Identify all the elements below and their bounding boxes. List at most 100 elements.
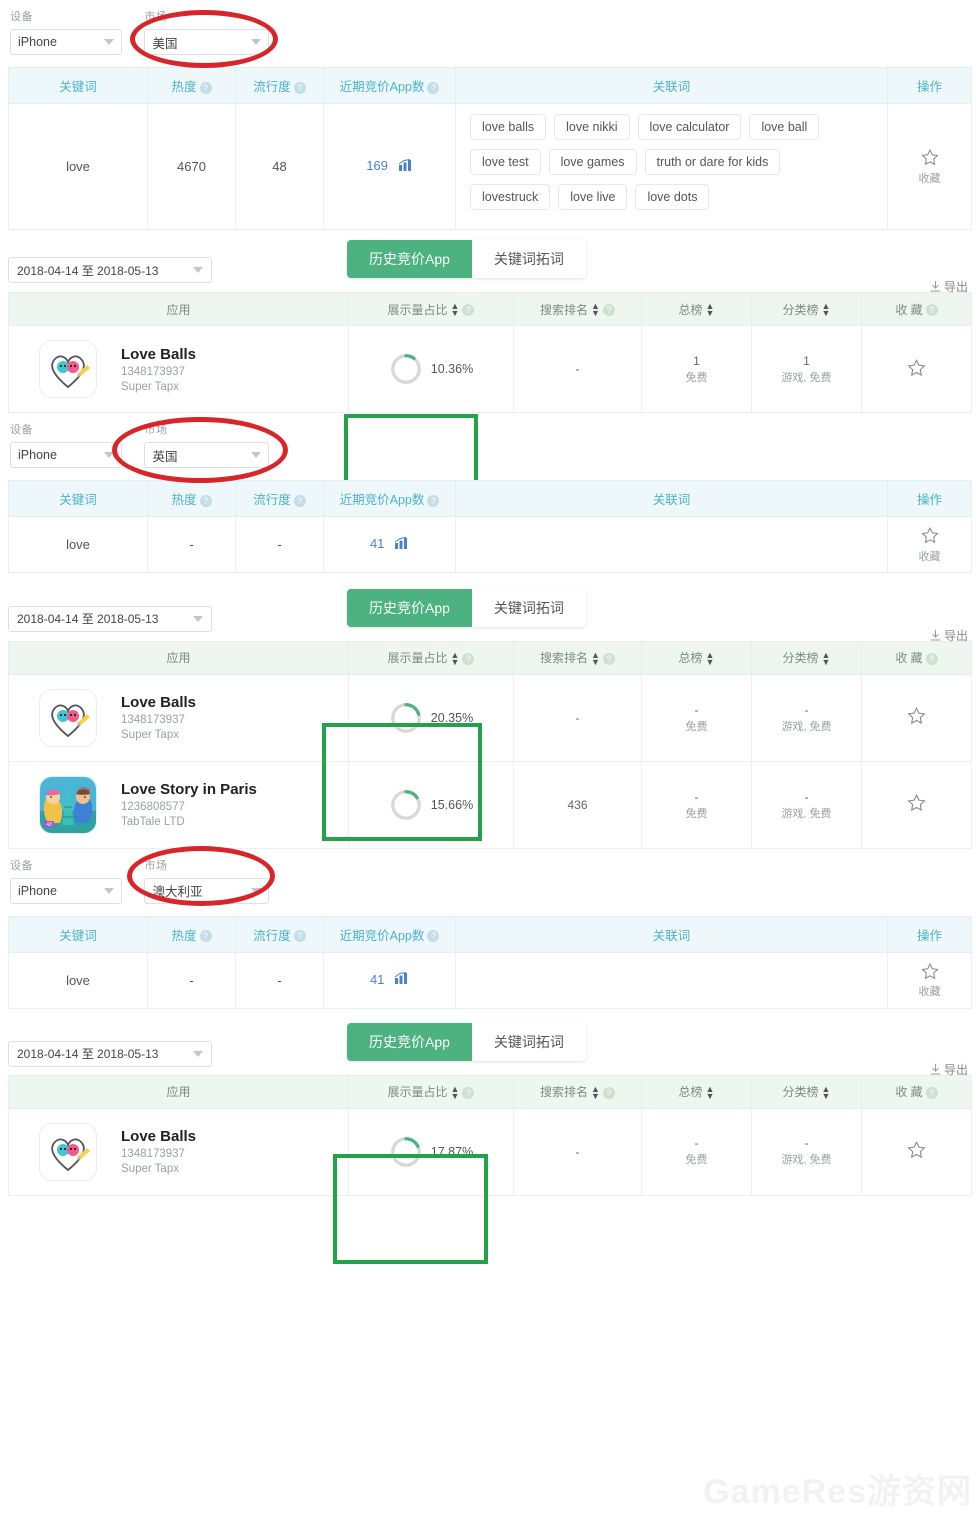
market-select-au[interactable]: 澳大利亚: [144, 877, 270, 904]
help-icon[interactable]: ?: [427, 81, 440, 94]
cell-keyword[interactable]: love: [8, 516, 148, 573]
sort-icon[interactable]: ▲ ▼: [822, 302, 831, 318]
col-impression-share[interactable]: 展示量占比 ▲ ▼?: [348, 292, 514, 326]
cell-keyword[interactable]: love: [8, 103, 148, 230]
related-word-chip[interactable]: love dots: [635, 184, 710, 210]
sort-icon[interactable]: ▲ ▼: [822, 651, 831, 667]
sort-icon[interactable]: ▲ ▼: [591, 1084, 600, 1100]
help-icon[interactable]: ?: [462, 1086, 475, 1099]
star-icon[interactable]: [905, 792, 928, 814]
help-icon[interactable]: ?: [602, 653, 615, 666]
star-icon[interactable]: [905, 705, 928, 727]
cell-favorite[interactable]: 收藏: [887, 951, 972, 1009]
recent-bid-apps-value[interactable]: 41: [370, 536, 384, 551]
help-icon[interactable]: ?: [293, 81, 306, 94]
help-icon[interactable]: ?: [925, 304, 938, 317]
col-search-rank[interactable]: 搜索排名 ▲ ▼?: [513, 1074, 642, 1109]
cell-favorite[interactable]: 收藏: [887, 516, 972, 573]
date-range-picker-au[interactable]: 2018-04-14 至 2018-05-13: [8, 1040, 212, 1067]
help-icon[interactable]: ?: [199, 930, 212, 943]
help-icon[interactable]: ?: [293, 930, 306, 943]
col-overall-rank[interactable]: 总榜 ▲ ▼: [641, 640, 752, 675]
related-word-chip[interactable]: love ball: [749, 114, 820, 140]
sort-icon[interactable]: ▲ ▼: [706, 651, 715, 667]
export-button-uk[interactable]: 导出: [929, 627, 968, 644]
related-word-chip[interactable]: love nikki: [554, 114, 630, 140]
sort-icon[interactable]: ▲ ▼: [591, 651, 600, 667]
cell-favorite[interactable]: [861, 1107, 972, 1196]
help-icon[interactable]: ?: [925, 1086, 938, 1099]
cell-app[interactable]: 43 Love Story in Paris 1236808577 TabTal…: [8, 760, 349, 849]
tab-history-bid-app[interactable]: 历史竞价App: [347, 1022, 472, 1061]
market-select-us[interactable]: 美国: [144, 29, 270, 55]
date-range-picker-uk[interactable]: 2018-04-14 至 2018-05-13: [8, 605, 212, 632]
market-select-uk[interactable]: 英国: [144, 442, 270, 468]
col-overall-rank[interactable]: 总榜 ▲ ▼: [641, 1074, 752, 1109]
star-icon[interactable]: [905, 357, 928, 379]
col-search-rank[interactable]: 搜索排名 ▲ ▼?: [513, 640, 642, 675]
device-select-uk[interactable]: iPhone: [10, 442, 122, 468]
tab-history-bid-app[interactable]: 历史竞价App: [347, 588, 472, 627]
sort-icon[interactable]: ▲ ▼: [706, 302, 715, 318]
col-impression-share[interactable]: 展示量占比 ▲ ▼?: [348, 640, 514, 675]
tab-history-bid-app[interactable]: 历史竞价App: [347, 240, 472, 278]
tab-keyword-expand[interactable]: 关键词拓词: [471, 1022, 586, 1061]
related-word-chip[interactable]: love calculator: [637, 114, 742, 140]
related-word-chip[interactable]: love live: [558, 184, 628, 210]
related-word-chip[interactable]: lovestruck: [470, 184, 551, 210]
col-category-rank[interactable]: 分类榜 ▲ ▼: [751, 1074, 862, 1109]
col-favorite: 收 藏?: [861, 1074, 972, 1109]
export-button-au[interactable]: 导出: [929, 1061, 968, 1078]
col-action: 操作: [887, 67, 972, 104]
help-icon[interactable]: ?: [925, 653, 938, 666]
related-word-chip[interactable]: love games: [548, 149, 637, 175]
cell-favorite[interactable]: [861, 760, 972, 849]
cell-app[interactable]: Love Balls 1348173937 Super Tapx: [8, 325, 349, 413]
help-icon[interactable]: ?: [602, 304, 615, 317]
related-word-chip[interactable]: love balls: [470, 114, 547, 140]
tab-keyword-expand[interactable]: 关键词拓词: [471, 240, 586, 278]
star-icon[interactable]: [919, 525, 941, 546]
cell-favorite[interactable]: [861, 673, 972, 762]
col-recent-bid-apps: 近期竞价App数?: [323, 480, 456, 517]
related-word-chip[interactable]: truth or dare for kids: [644, 149, 781, 175]
device-select-au[interactable]: iPhone: [10, 877, 122, 904]
related-word-chip[interactable]: love test: [470, 149, 541, 175]
cell-keyword[interactable]: love: [8, 951, 148, 1009]
col-overall-rank[interactable]: 总榜 ▲ ▼: [641, 292, 752, 326]
bar-chart-icon[interactable]: [394, 972, 409, 988]
help-icon[interactable]: ?: [462, 653, 475, 666]
col-impression-share[interactable]: 展示量占比 ▲ ▼?: [348, 1074, 514, 1109]
tab-keyword-expand[interactable]: 关键词拓词: [471, 588, 586, 627]
sort-icon[interactable]: ▲ ▼: [451, 302, 460, 318]
col-search-rank[interactable]: 搜索排名 ▲ ▼?: [513, 292, 642, 326]
export-button-us[interactable]: 导出: [929, 278, 968, 295]
device-select-us[interactable]: iPhone: [10, 29, 122, 55]
bar-chart-icon[interactable]: [398, 158, 413, 175]
col-category-rank[interactable]: 分类榜 ▲ ▼: [751, 640, 862, 675]
star-icon[interactable]: [919, 147, 941, 168]
star-icon[interactable]: [919, 961, 941, 982]
sort-icon[interactable]: ▲ ▼: [451, 1084, 460, 1100]
sort-icon[interactable]: ▲ ▼: [822, 1084, 831, 1100]
cell-app[interactable]: Love Balls 1348173937 Super Tapx: [8, 1107, 349, 1196]
sort-icon[interactable]: ▲ ▼: [451, 651, 460, 667]
star-icon[interactable]: [905, 1139, 928, 1161]
help-icon[interactable]: ?: [427, 494, 440, 507]
help-icon[interactable]: ?: [293, 494, 306, 507]
help-icon[interactable]: ?: [462, 304, 475, 317]
cell-app[interactable]: Love Balls 1348173937 Super Tapx: [8, 673, 349, 762]
col-category-rank[interactable]: 分类榜 ▲ ▼: [751, 292, 862, 326]
recent-bid-apps-value[interactable]: 41: [370, 972, 384, 987]
date-range-picker-us[interactable]: 2018-04-14 至 2018-05-13: [8, 257, 212, 283]
bar-chart-icon[interactable]: [394, 536, 409, 553]
sort-icon[interactable]: ▲ ▼: [591, 302, 600, 318]
help-icon[interactable]: ?: [602, 1086, 615, 1099]
cell-favorite[interactable]: [861, 325, 972, 413]
help-icon[interactable]: ?: [199, 81, 212, 94]
cell-favorite[interactable]: 收藏: [887, 103, 972, 230]
recent-bid-apps-value[interactable]: 169: [366, 158, 388, 173]
help-icon[interactable]: ?: [199, 494, 212, 507]
help-icon[interactable]: ?: [427, 930, 440, 943]
sort-icon[interactable]: ▲ ▼: [706, 1084, 715, 1100]
